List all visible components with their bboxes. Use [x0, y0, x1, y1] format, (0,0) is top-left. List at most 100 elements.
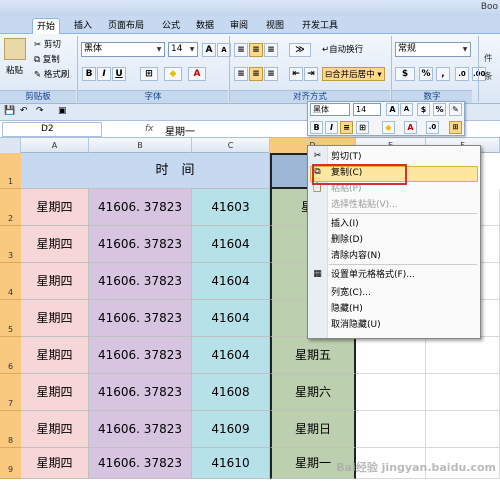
- mini-font-combo[interactable]: 黑体: [310, 103, 350, 116]
- row-header[interactable]: 9: [0, 448, 21, 479]
- menu-item-6[interactable]: 清除内容(N): [307, 248, 479, 264]
- font-name-combo[interactable]: 黑体 ▼: [81, 42, 165, 57]
- mini-font-color-icon[interactable]: A: [404, 121, 417, 134]
- tab-data[interactable]: 数据: [192, 18, 218, 34]
- cell-c3[interactable]: 41604: [192, 226, 270, 263]
- select-all-corner[interactable]: [0, 138, 21, 153]
- cell-b4[interactable]: 41606. 37823: [89, 263, 192, 300]
- align-right-icon[interactable]: ≡: [264, 67, 278, 81]
- undo-icon[interactable]: ↶: [20, 106, 28, 116]
- cell-b3[interactable]: 41606. 37823: [89, 226, 192, 263]
- fill-color-icon[interactable]: ◆: [164, 67, 182, 81]
- column-header-b[interactable]: B: [89, 138, 192, 153]
- cut-button[interactable]: ✂ 剪切: [34, 38, 61, 52]
- align-center-icon[interactable]: ≡: [249, 67, 263, 81]
- shrink-font-icon[interactable]: A: [400, 103, 413, 116]
- row-header[interactable]: 5: [0, 300, 21, 337]
- print-icon[interactable]: ▣: [58, 106, 67, 116]
- cell-b5[interactable]: 41606. 37823: [89, 300, 192, 337]
- cell-a3[interactable]: 星期四: [21, 226, 89, 263]
- percent-button[interactable]: %: [419, 67, 433, 81]
- cell-a5[interactable]: 星期四: [21, 300, 89, 337]
- cell-e7[interactable]: [356, 374, 426, 411]
- grow-font-button[interactable]: A: [202, 43, 216, 57]
- percent-icon[interactable]: %: [433, 103, 446, 116]
- menu-item-5[interactable]: 删除(D): [307, 232, 479, 248]
- currency-button[interactable]: $: [395, 67, 415, 81]
- paste-button[interactable]: 粘贴: [6, 64, 23, 78]
- name-box[interactable]: D2: [2, 122, 102, 137]
- row-header[interactable]: 7: [0, 374, 21, 411]
- cell-a9[interactable]: 星期四: [21, 448, 89, 479]
- font-color-button[interactable]: A: [188, 67, 206, 81]
- increase-decimal-icon[interactable]: .0: [455, 67, 469, 81]
- border-icon[interactable]: ⊞: [140, 67, 158, 81]
- tab-developer[interactable]: 开发工具: [298, 18, 342, 34]
- cell-d7[interactable]: 星期六: [270, 374, 356, 411]
- cell-c2[interactable]: 41603: [192, 189, 270, 226]
- tab-home[interactable]: 开始: [32, 18, 61, 34]
- currency-icon[interactable]: $: [417, 103, 430, 116]
- menu-item-4[interactable]: 插入(I): [307, 216, 479, 232]
- redo-icon[interactable]: ↷: [36, 106, 44, 116]
- decrease-indent-icon[interactable]: ⇤: [289, 67, 303, 81]
- cell-a2[interactable]: 星期四: [21, 189, 89, 226]
- row-header[interactable]: 4: [0, 263, 21, 300]
- underline-button[interactable]: U: [112, 67, 126, 81]
- cell-f6[interactable]: [426, 337, 500, 374]
- cell-c6[interactable]: 41604: [192, 337, 270, 374]
- bold-button[interactable]: B: [82, 67, 96, 81]
- mini-fill-icon[interactable]: ◆: [382, 121, 395, 134]
- cell-c5[interactable]: 41604: [192, 300, 270, 337]
- tab-view[interactable]: 视图: [262, 18, 288, 34]
- cell-b8[interactable]: 41606. 37823: [89, 411, 192, 448]
- copy-button[interactable]: ⧉ 复制: [34, 53, 60, 67]
- grow-font-icon[interactable]: A: [386, 103, 399, 116]
- cell-f7[interactable]: [426, 374, 500, 411]
- menu-item-8[interactable]: 列宽(C)...: [307, 285, 479, 301]
- cell-c4[interactable]: 41604: [192, 263, 270, 300]
- menu-item-9[interactable]: 隐藏(H): [307, 301, 479, 317]
- tab-formulas[interactable]: 公式: [158, 18, 184, 34]
- formula-content[interactable]: 星期一: [165, 123, 195, 138]
- row-header[interactable]: 1: [0, 153, 21, 189]
- cell-a6[interactable]: 星期四: [21, 337, 89, 374]
- align-middle-icon[interactable]: ≡: [249, 43, 263, 57]
- mini-size-combo[interactable]: 14: [353, 103, 381, 116]
- cell-e6[interactable]: [356, 337, 426, 374]
- save-icon[interactable]: 💾: [4, 106, 15, 116]
- cell-a4[interactable]: 星期四: [21, 263, 89, 300]
- cell-c8[interactable]: 41609: [192, 411, 270, 448]
- cell-b9[interactable]: 41606. 37823: [89, 448, 192, 479]
- menu-item-10[interactable]: 取消隐藏(U): [307, 317, 479, 333]
- mini-bold-button[interactable]: B: [310, 121, 323, 134]
- merged-header-cell[interactable]: 时 间: [21, 153, 270, 189]
- row-header[interactable]: 8: [0, 411, 21, 448]
- menu-item-7[interactable]: ▦ 设置单元格格式(F)...: [307, 267, 479, 283]
- format-painter-icon[interactable]: ✎: [449, 103, 462, 116]
- font-size-combo[interactable]: 14 ▼: [168, 42, 198, 57]
- merge-center-button[interactable]: ⊟合并后居中 ▾: [322, 67, 385, 81]
- italic-button[interactable]: I: [97, 67, 111, 81]
- row-header[interactable]: 2: [0, 189, 21, 226]
- mini-italic-button[interactable]: I: [325, 121, 338, 134]
- mini-border-icon[interactable]: ⊞: [449, 121, 462, 134]
- align-top-icon[interactable]: ≡: [234, 43, 248, 57]
- cell-e8[interactable]: [356, 411, 426, 448]
- mini-merge-icon[interactable]: ⊞: [356, 121, 369, 134]
- comma-button[interactable]: ,: [436, 67, 450, 81]
- function-icon[interactable]: fx: [145, 124, 154, 134]
- cell-b6[interactable]: 41606. 37823: [89, 337, 192, 374]
- mini-align-center-icon[interactable]: ≡: [340, 121, 353, 134]
- cell-a8[interactable]: 星期四: [21, 411, 89, 448]
- cell-c7[interactable]: 41608: [192, 374, 270, 411]
- cell-c9[interactable]: 41610: [192, 448, 270, 479]
- orientation-icon[interactable]: ≫: [289, 43, 311, 57]
- column-header-a[interactable]: A: [21, 138, 89, 153]
- cell-b7[interactable]: 41606. 37823: [89, 374, 192, 411]
- number-format-combo[interactable]: 常规 ▼: [395, 42, 471, 57]
- column-header-c[interactable]: C: [192, 138, 270, 153]
- wrap-text-button[interactable]: ↵自动换行: [322, 43, 363, 57]
- row-header[interactable]: 6: [0, 337, 21, 374]
- align-bottom-icon[interactable]: ≡: [264, 43, 278, 57]
